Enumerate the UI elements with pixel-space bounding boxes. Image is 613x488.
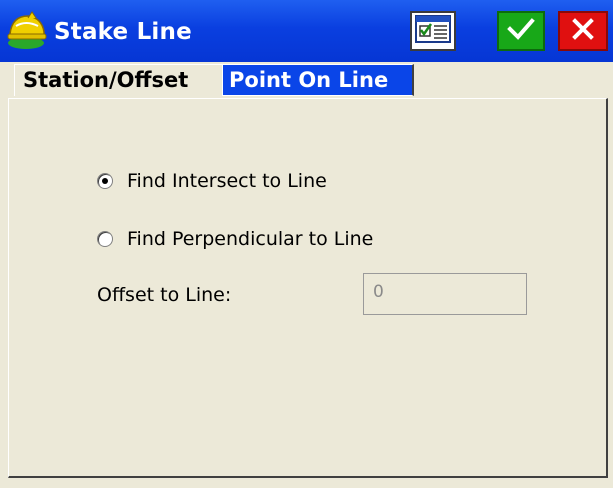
close-x-icon	[570, 16, 596, 46]
option-find-intersect[interactable]: Find Intersect to Line	[97, 166, 327, 196]
radio-button-selected[interactable]	[97, 173, 113, 189]
tab-point-on-line[interactable]: Point On Line	[222, 64, 414, 96]
title-bar: Stake Line	[0, 0, 613, 62]
calculator-form-icon	[415, 14, 451, 48]
radio-button-unselected[interactable]	[97, 231, 113, 247]
checkmark-icon	[506, 16, 536, 46]
option-find-perpendicular-label: Find Perpendicular to Line	[127, 228, 374, 250]
option-find-perpendicular[interactable]: Find Perpendicular to Line	[97, 224, 373, 254]
tab-strip: Station/Offset Point On Line	[0, 62, 613, 98]
option-find-intersect-label: Find Intersect to Line	[127, 170, 327, 192]
offset-to-line-input[interactable]: 0	[363, 273, 527, 315]
tab-station-offset[interactable]: Station/Offset	[14, 64, 223, 96]
survey-helmet-icon	[6, 10, 50, 52]
ok-button[interactable]	[497, 11, 545, 51]
tab-content-panel: Find Intersect to Line Find Perpendicula…	[8, 98, 608, 478]
stake-line-window: Stake Line Station/Offset Point On Line …	[0, 0, 613, 488]
offset-to-line-label: Offset to Line:	[97, 284, 232, 306]
window-title: Stake Line	[54, 19, 192, 45]
calculator-button[interactable]	[410, 11, 456, 51]
cancel-button[interactable]	[558, 11, 608, 51]
